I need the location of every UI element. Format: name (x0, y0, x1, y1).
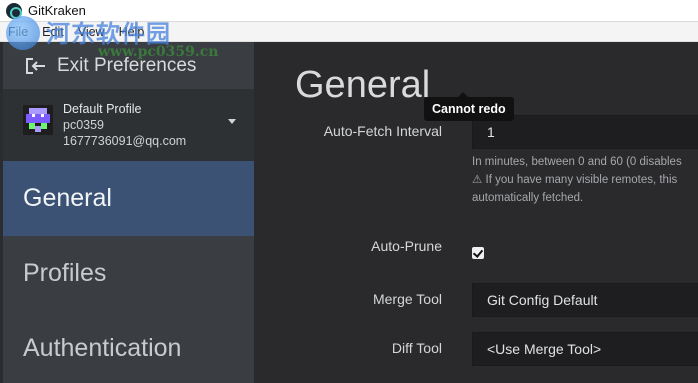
profile-username: pc0359 (63, 118, 105, 132)
exit-preferences-button[interactable]: Exit Preferences (3, 42, 254, 89)
menu-view[interactable]: View (78, 25, 105, 39)
sidebar-item-label: Authentication (23, 334, 182, 362)
auto-prune-checkbox[interactable] (472, 247, 484, 259)
help-line: In minutes, between 0 and 60 (0 disables (472, 156, 682, 168)
auto-fetch-label: Auto-Fetch Interval (323, 123, 442, 139)
caret-down-icon[interactable] (228, 119, 236, 124)
exit-preferences-label: Exit Preferences (57, 54, 197, 76)
menu-file[interactable]: File (8, 25, 28, 39)
gitkraken-icon (6, 2, 22, 19)
diff-tool-select[interactable]: <Use Merge Tool> (472, 332, 698, 366)
merge-tool-label: Merge Tool (372, 291, 442, 307)
title-bar: GitKraken (0, 0, 698, 22)
preferences-sidebar: Exit Preferences Default Profile pc0359 … (0, 42, 254, 383)
diff-tool-label: Diff Tool (391, 340, 442, 356)
auto-prune-label: Auto-Prune (371, 238, 442, 254)
sidebar-item-label: Profiles (23, 259, 107, 287)
profile-name: Default Profile (63, 102, 142, 116)
menu-help[interactable]: Help (119, 25, 145, 39)
menu-edit[interactable]: Edit (42, 25, 64, 39)
merge-tool-select[interactable]: Git Config Default (472, 283, 698, 317)
sidebar-item-label: General (23, 184, 112, 212)
window-title: GitKraken (28, 3, 86, 18)
help-line: automatically fetched. (472, 192, 584, 204)
page-title: General (295, 64, 431, 106)
avatar (23, 105, 53, 135)
auto-fetch-help: In minutes, between 0 and 60 (0 disables… (472, 153, 682, 207)
tooltip: Cannot redo (424, 92, 514, 121)
profile-info: Default Profile pc0359 1677736091@qq.com (63, 101, 186, 149)
warning-help-line: ⚠ If you have many visible remotes, this (472, 174, 678, 186)
profile-email: 1677736091@qq.com (63, 134, 187, 148)
profile-switcher[interactable]: Default Profile pc0359 1677736091@qq.com (3, 89, 254, 161)
preferences-content: General Auto-Fetch Interval 1 In minutes… (254, 42, 698, 383)
sidebar-item-profiles[interactable]: Profiles (3, 236, 254, 311)
exit-arrow-icon (26, 57, 45, 74)
sidebar-item-authentication[interactable]: Authentication (3, 311, 254, 383)
sidebar-item-general[interactable]: General (3, 161, 254, 236)
menu-bar: File Edit View Help (0, 22, 698, 42)
